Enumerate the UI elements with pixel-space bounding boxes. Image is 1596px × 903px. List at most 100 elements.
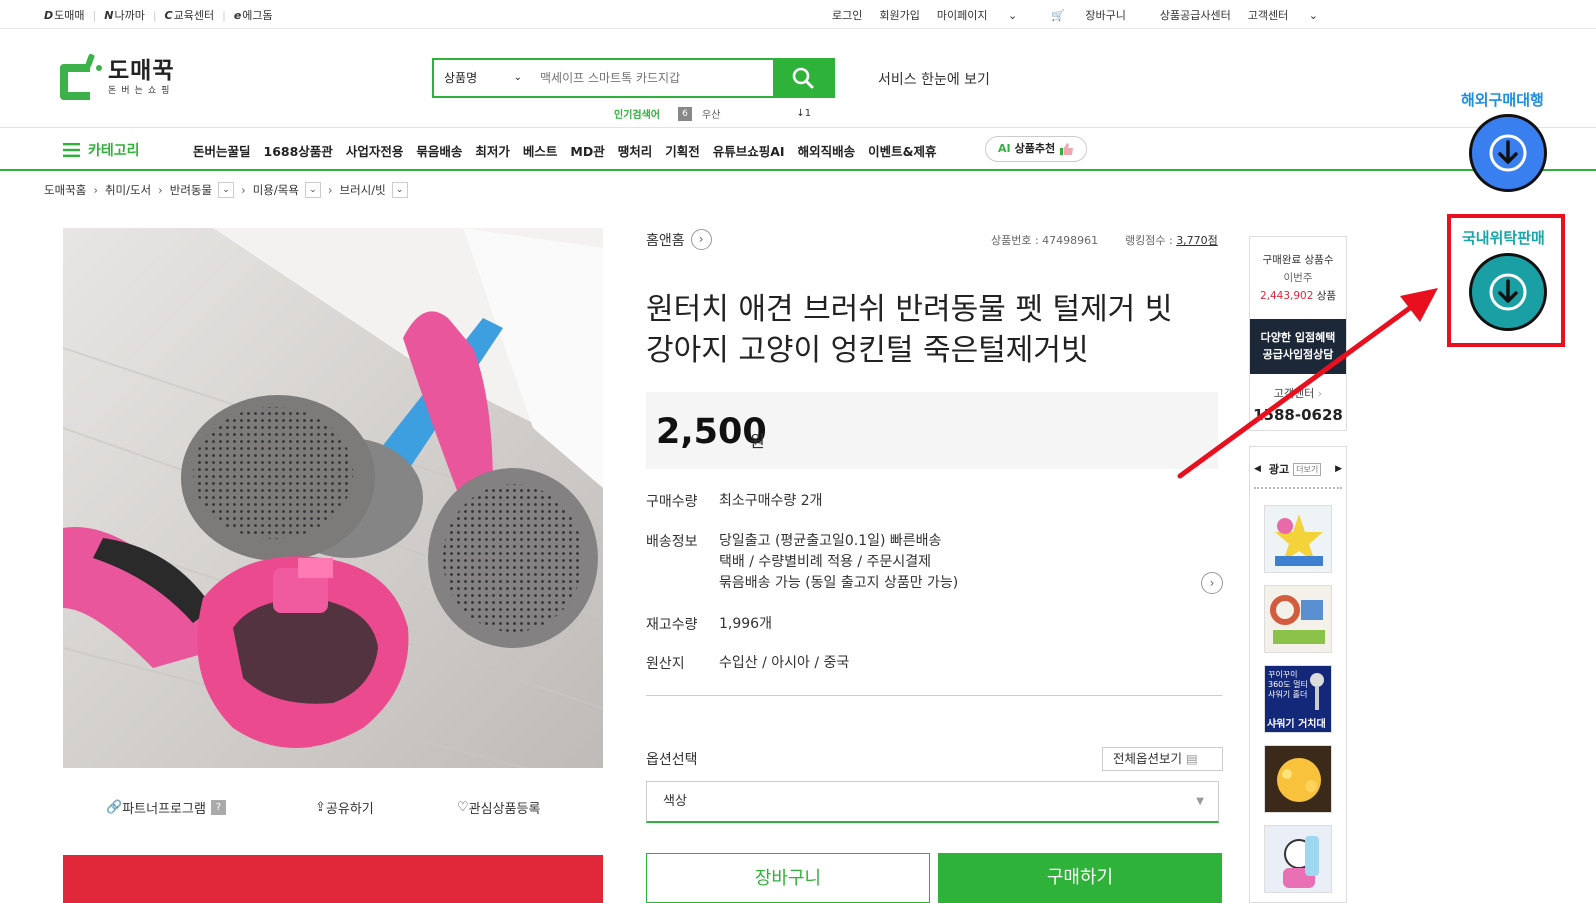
signup-link[interactable]: 회원가입 xyxy=(879,7,919,23)
origin-value: 수입산 / 아시아 / 중국 xyxy=(719,655,850,671)
logo-mark-icon xyxy=(60,53,102,100)
nav-item-exhibition[interactable]: 기획전 xyxy=(665,141,700,160)
site-logo[interactable]: 도매꾹 돈버는쇼핑 xyxy=(60,53,175,100)
product-number: 상품번호 : 47498961 xyxy=(991,234,1099,247)
popular-rank-badge: 6 xyxy=(678,106,692,121)
promo-banner[interactable] xyxy=(63,855,603,903)
shipping-detail-button[interactable]: › xyxy=(1201,572,1223,594)
overseas-download-button[interactable] xyxy=(1469,114,1547,192)
breadcrumb-home[interactable]: 도매꾹홈 xyxy=(44,182,86,198)
popular-keywords[interactable]: 인기검색어 6 우산 ↓1 xyxy=(614,106,811,121)
buy-now-button[interactable]: 구매하기 xyxy=(938,853,1222,903)
ad-item[interactable] xyxy=(1264,505,1332,573)
chevron-right-icon: › xyxy=(241,183,246,197)
nav-item-clearance[interactable]: 땡처리 xyxy=(618,141,653,160)
search-icon xyxy=(792,67,814,89)
main-nav: 카테고리 돈버는꿀딜 1688상품관 사업자전용 묶음배송 최저가 베스트 MD… xyxy=(0,127,1596,171)
view-all-options-button[interactable]: 전체옵션보기 ▤ xyxy=(1102,747,1223,771)
login-link[interactable]: 로그인 xyxy=(832,7,862,23)
arrow-down-icon xyxy=(1489,273,1527,311)
nav-item-overseas[interactable]: 해외직배송 xyxy=(798,141,856,160)
ad-item[interactable] xyxy=(1264,745,1332,813)
thumbs-up-icon xyxy=(1060,143,1074,155)
product-image[interactable] xyxy=(63,228,603,768)
top-utility-bar: D도매매 | N나까마 | C교육센터 | e에그돔 로그인 회원가입 마이페이… xyxy=(0,0,1596,29)
ad-toy-image xyxy=(1275,514,1323,566)
chevron-right-icon: › xyxy=(93,183,98,197)
link-icon: 🔗 xyxy=(106,800,123,815)
ai-recommend-button[interactable]: AI 상품추천 xyxy=(985,136,1088,162)
help-icon[interactable]: ? xyxy=(210,800,226,815)
nav-item-bundle[interactable]: 묶음배송 xyxy=(416,141,462,160)
ad-item[interactable] xyxy=(1264,585,1332,653)
site-nakama-link[interactable]: N나까마 xyxy=(104,7,145,23)
ad-character-image xyxy=(1283,836,1319,888)
heart-icon: ♡ xyxy=(457,800,469,815)
share-icon: ⇪ xyxy=(315,800,326,815)
breadcrumb: 도매꾹홈 › 취미/도서 › 반려동물 ⌄ › 미용/목욕 ⌄ › 브러시/빗 ⌄ xyxy=(44,182,408,198)
nav-item-events[interactable]: 이벤트&제휴 xyxy=(868,141,936,160)
ad-item[interactable]: 꾸이꾸이 360도 멀티 샤워기 홀더 샤워기 거치대 xyxy=(1264,665,1332,733)
domestic-download-button[interactable] xyxy=(1469,253,1547,331)
ad-panel: ◀ 광고 더보기 ▶ 꾸이꾸이 360도 멀티 샤워기 홀더 샤워기 거치대 xyxy=(1249,446,1347,903)
nav-item-honey-deal[interactable]: 돈버는꿀딜 xyxy=(193,141,251,160)
mypage-link[interactable]: 마이페이지 ⌄ xyxy=(937,7,1034,23)
arrow-down-icon xyxy=(1489,134,1527,172)
chevron-down-icon[interactable]: ⌄ xyxy=(218,182,235,198)
customer-center-link[interactable]: 고객센터 ⌄ xyxy=(1248,7,1335,23)
breadcrumb-grooming[interactable]: 미용/목욕 xyxy=(253,182,299,198)
add-to-cart-button[interactable]: 장바구니 xyxy=(646,853,930,903)
cart-link[interactable]: 🛒 장바구니 xyxy=(1051,7,1143,23)
seller-link[interactable]: 홈앤홈 › xyxy=(646,229,712,250)
share-button[interactable]: ⇪ 공유하기 xyxy=(315,798,374,817)
search-button[interactable] xyxy=(773,60,833,96)
site-edu-link[interactable]: C교육센터 xyxy=(165,7,215,23)
service-overview-link[interactable]: 서비스 한눈에 보기 xyxy=(878,69,990,89)
chevron-down-icon: ⌄ xyxy=(1004,9,1018,22)
price-box: 2,500 원 xyxy=(646,392,1218,469)
site-domeme-link[interactable]: D도매매 xyxy=(44,7,85,23)
nav-item-youtube-ai[interactable]: 유튜브쇼핑AI xyxy=(713,141,785,160)
product-title: 원터치 애견 브러쉬 반려동물 펫 털제거 빗 강아지 고양이 엉킨털 죽은털제… xyxy=(646,292,1173,368)
list-icon: ▤ xyxy=(1186,751,1198,766)
wishlist-button[interactable]: ♡ 관심상품등록 xyxy=(457,798,540,817)
hamburger-icon xyxy=(63,143,80,157)
supplier-center-link[interactable]: 상품공급사센터 xyxy=(1160,7,1231,23)
ad-item[interactable] xyxy=(1264,825,1332,893)
chevron-down-icon: ⌄ xyxy=(1305,9,1318,22)
breadcrumb-hobby[interactable]: 취미/도서 xyxy=(105,182,151,198)
breadcrumb-pet[interactable]: 반려동물 xyxy=(170,182,212,198)
shipping-line-2: 택배 / 수량별비례 적용 / 주문시결제 xyxy=(719,554,932,570)
domestic-label: 국내위탁판매 xyxy=(1462,229,1545,247)
search-type-select[interactable]: 상품명 ⌄ xyxy=(434,60,534,96)
breadcrumb-brush[interactable]: 브러시/빗 xyxy=(340,182,386,198)
site-eggdom-link[interactable]: e에그돔 xyxy=(234,7,273,23)
category-menu-button[interactable]: 카테고리 xyxy=(63,140,140,160)
chevron-down-icon[interactable]: ⌄ xyxy=(391,182,408,198)
nav-menu: 돈버는꿀딜 1688상품관 사업자전용 묶음배송 최저가 베스트 MD관 땡처리… xyxy=(193,141,949,160)
search-bar: 상품명 ⌄ xyxy=(432,58,835,98)
annotation-arrow-icon xyxy=(1177,288,1438,479)
popular-keyword[interactable]: 우산 xyxy=(702,106,720,121)
family-sites: D도매매 | N나까마 | C교육센터 | e에그돔 xyxy=(44,7,273,23)
shipping-line-1: 당일출고 (평균출고일0.1일) 빠른배송 xyxy=(719,533,942,549)
ad-lamp-image xyxy=(1277,758,1321,802)
chevron-down-icon[interactable]: ⌄ xyxy=(304,182,321,198)
nav-item-1688[interactable]: 1688상품관 xyxy=(264,141,333,160)
stock-row: 재고수량 1,996개 xyxy=(646,616,772,633)
partner-program-link[interactable]: 🔗 파트너프로그램? xyxy=(106,798,226,817)
nav-item-best[interactable]: 베스트 xyxy=(523,141,558,160)
ranking-score-value[interactable]: 3,770점 xyxy=(1176,234,1218,247)
chevron-down-icon: ⌄ xyxy=(513,72,522,83)
nav-item-lowest[interactable]: 최저가 xyxy=(475,141,510,160)
chevron-right-icon: › xyxy=(158,183,163,197)
nav-item-business[interactable]: 사업자전용 xyxy=(346,141,404,160)
logo-name: 도매꾹 xyxy=(108,57,175,84)
logo-slogan: 돈버는쇼핑 xyxy=(108,85,175,96)
ad-goods-image xyxy=(1270,595,1325,644)
chevron-right-icon: › xyxy=(327,183,333,197)
search-input[interactable] xyxy=(534,60,773,96)
ad-shower-image xyxy=(1310,673,1324,710)
option-select[interactable]: 색상 ▼ xyxy=(646,781,1219,823)
nav-item-md[interactable]: MD관 xyxy=(570,141,604,160)
